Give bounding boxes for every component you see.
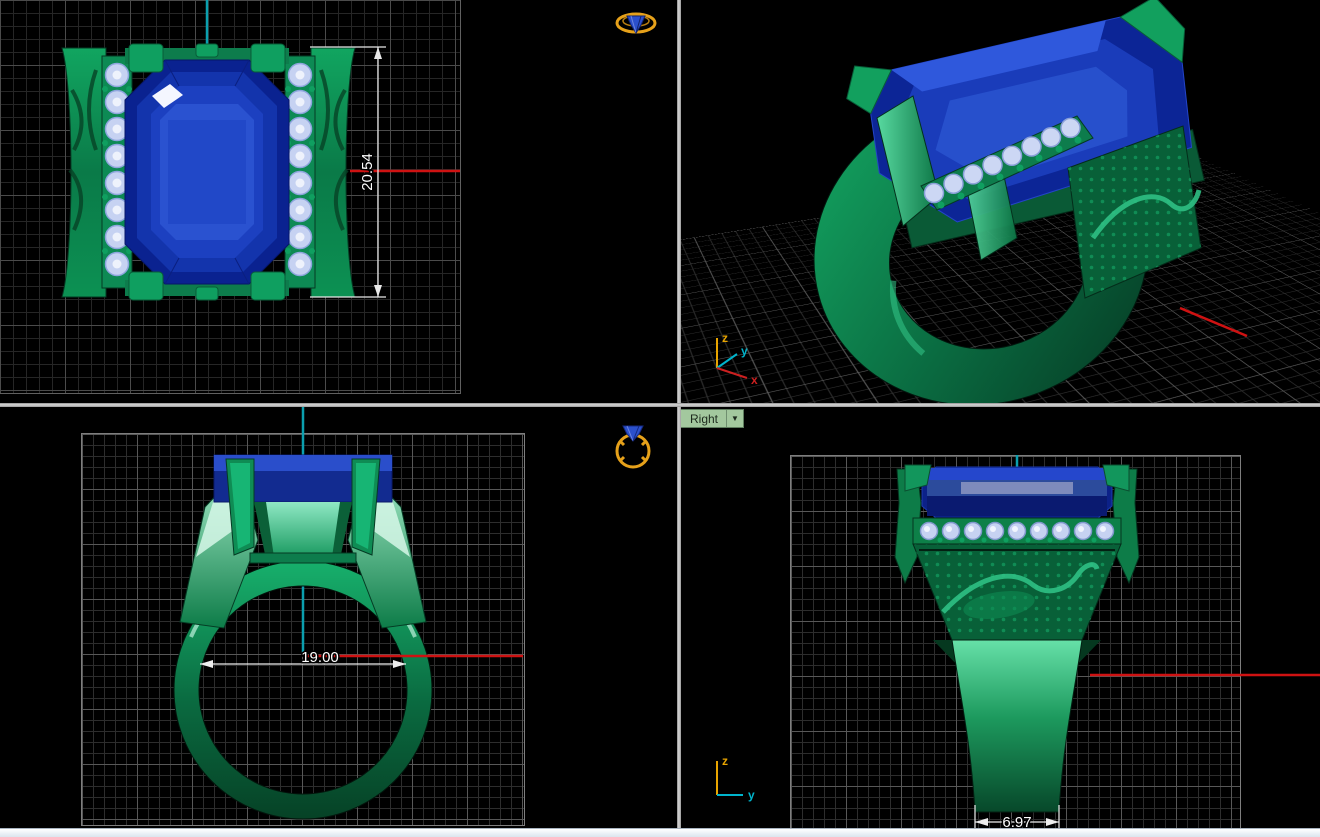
dimension-annotation-diameter: 19.00 <box>200 648 406 668</box>
ring-model-top-view[interactable] <box>61 43 356 301</box>
ring-model-perspective[interactable] <box>779 0 1218 403</box>
right-view-canvas: 6.97 z y <box>716 455 1320 828</box>
viewport-top-view[interactable]: 20.54 <box>0 0 677 403</box>
z-axis-label: z <box>722 331 728 345</box>
viewport-tab-right[interactable]: Right ▼ <box>681 409 744 428</box>
matrix-cad-workspace: 20.54 z y x 19.00 6.97 z y Right ▼ <box>0 0 1320 837</box>
ring-model-right-view[interactable] <box>894 464 1140 813</box>
dimension-value: 19.00 <box>301 649 339 666</box>
viewport-front-view[interactable]: 19.00 <box>0 407 677 828</box>
axis-gizmo-perspective: z y x <box>716 331 758 387</box>
ring-gem-tilted-icon <box>615 12 657 34</box>
status-bar <box>0 828 1320 837</box>
melee-diamond-row <box>912 517 1122 545</box>
viewport-perspective[interactable]: z y x <box>681 0 1320 403</box>
viewport-tab-label[interactable]: Right <box>681 410 726 427</box>
center-stone-right-view[interactable] <box>921 466 1113 519</box>
viewport-right-view[interactable]: 6.97 z y Right ▼ <box>681 407 1320 828</box>
z-axis-label: z <box>722 754 728 768</box>
front-view-canvas: 19.00 <box>173 407 523 820</box>
axis-gizmo-right: z y <box>716 754 755 802</box>
center-stone-top-view[interactable] <box>124 59 290 285</box>
y-axis-label: y <box>748 788 755 802</box>
y-axis-label: y <box>741 344 748 358</box>
viewport-tab-dropdown-icon[interactable]: ▼ <box>726 410 743 427</box>
viewport-divider-horizontal[interactable] <box>0 403 1320 407</box>
ring-gem-front-icon <box>615 425 651 469</box>
carved-side-panel <box>912 543 1122 641</box>
top-view-canvas: 20.54 <box>61 0 460 301</box>
x-axis-label: x <box>751 373 758 387</box>
x-axis-line <box>1179 306 1248 338</box>
perspective-canvas: z y x <box>716 0 1248 403</box>
dimension-value: 20.54 <box>359 153 376 191</box>
dimension-value: 6.97 <box>1002 814 1031 828</box>
